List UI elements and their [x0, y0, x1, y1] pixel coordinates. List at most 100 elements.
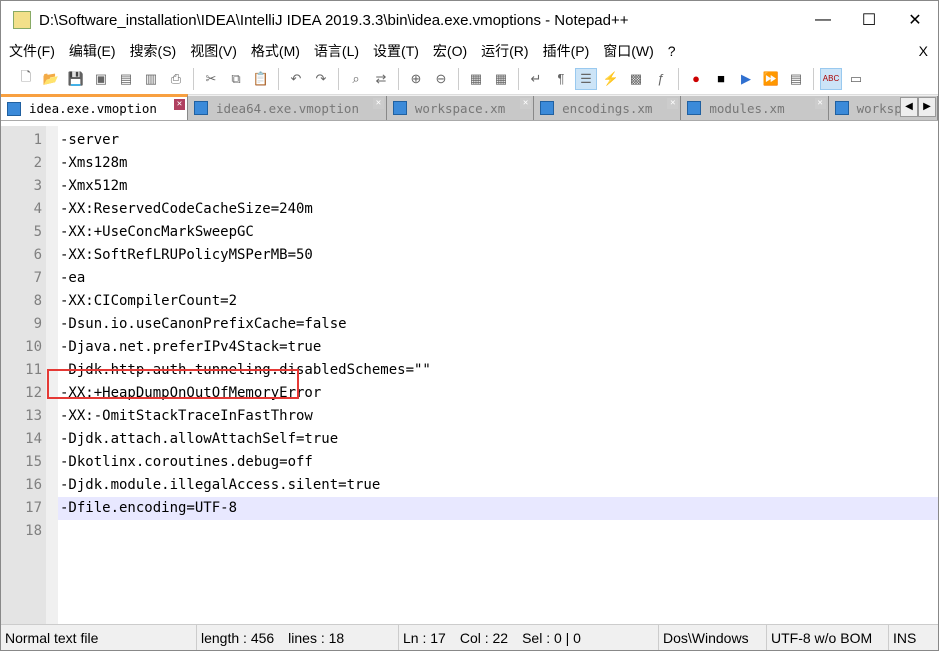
line-number: 16	[25, 477, 42, 493]
code-line[interactable]: -server	[58, 129, 938, 152]
line-number: 17	[25, 500, 42, 516]
tab-0[interactable]: idea.exe.vmoption ✕	[1, 94, 188, 120]
tab-label: workspace.xm	[414, 100, 506, 116]
window-title: D:\Software_installation\IDEA\IntelliJ I…	[39, 11, 629, 29]
tab-4[interactable]: modules.xm ✕	[681, 96, 829, 120]
close-button[interactable]: ✕	[892, 10, 938, 30]
code-line[interactable]: -XX:SoftRefLRUPolicyMSPerMB=50	[58, 244, 938, 267]
doc-map-icon[interactable]: ▩	[625, 68, 647, 90]
line-number: 3	[33, 178, 42, 194]
line-number: 6	[33, 247, 42, 263]
tab-2[interactable]: workspace.xm ✕	[386, 96, 535, 120]
close-document-button[interactable]: X	[919, 43, 928, 59]
menu-item[interactable]: 运行(R)	[481, 41, 528, 61]
code-line[interactable]: -Dsun.io.useCanonPrefixCache=false	[58, 313, 938, 336]
zoom-in-icon[interactable]: ⊕	[405, 68, 427, 90]
tab-scroll-right-button[interactable]: ▶	[918, 97, 936, 117]
replace-icon[interactable]: ⇄	[370, 68, 392, 90]
tab-close-icon[interactable]: ✕	[520, 98, 532, 109]
menu-item[interactable]: 搜索(S)	[130, 41, 177, 61]
menu-item[interactable]: 格式(M)	[251, 41, 300, 61]
redo-icon[interactable]: ↷	[310, 68, 332, 90]
line-number: 14	[25, 431, 42, 447]
code-line[interactable]: -Djdk.attach.allowAttachSelf=true	[58, 428, 938, 451]
save-macro-icon[interactable]: ▤	[785, 68, 807, 90]
tab-close-icon[interactable]: ✕	[667, 98, 679, 109]
code-line[interactable]: -ea	[58, 267, 938, 290]
code-line[interactable]: -XX:ReservedCodeCacheSize=240m	[58, 198, 938, 221]
sync-vertical-icon[interactable]: ▦	[465, 68, 487, 90]
close-all-icon[interactable]: ▥	[140, 68, 162, 90]
monitor-icon[interactable]: ▭	[845, 68, 867, 90]
menu-item[interactable]: 视图(V)	[190, 41, 237, 61]
menu-item[interactable]: 插件(P)	[543, 41, 590, 61]
undo-icon[interactable]: ↶	[285, 68, 307, 90]
line-number: 8	[33, 293, 42, 309]
toolbar-separator	[813, 67, 814, 90]
tab-close-icon[interactable]: ✕	[173, 99, 185, 110]
save-disk-icon	[540, 101, 555, 115]
line-number-gutter: 1 2 3 4 5 6 7 8 9 10 11 12 13 14 15 16 17 18	[1, 126, 46, 624]
code-line[interactable]: -Djava.net.preferIPv4Stack=true	[58, 336, 938, 359]
code-line[interactable]: -XX:CICompilerCount=2	[58, 290, 938, 313]
new-file-icon[interactable]: 🗋	[15, 68, 37, 90]
code-line[interactable]	[58, 520, 938, 543]
zoom-out-icon[interactable]: ⊖	[430, 68, 452, 90]
status-bar: Normal text file length : 456 lines : 18 …	[1, 624, 938, 650]
save-disk-icon	[7, 101, 21, 116]
cut-icon[interactable]: ✂	[200, 68, 222, 90]
code-line[interactable]: -XX:+UseConcMarkSweepGC	[58, 221, 938, 244]
save-icon[interactable]: 💾	[65, 68, 87, 90]
open-file-icon[interactable]: 📂	[40, 68, 62, 90]
paste-icon[interactable]: 📋	[250, 68, 272, 90]
spell-check-icon[interactable]: ABC	[820, 67, 842, 90]
word-wrap-icon[interactable]: ↵	[525, 68, 547, 90]
close-icon[interactable]: ▤	[115, 68, 137, 90]
code-line[interactable]: -Djdk.module.illegalAccess.silent=true	[58, 474, 938, 497]
status-lines: lines : 18	[288, 629, 345, 646]
menu-item[interactable]: 语言(L)	[314, 41, 359, 61]
code-line[interactable]: -Dfile.encoding=UTF-8	[58, 497, 938, 520]
menu-item[interactable]: 编辑(E)	[69, 41, 116, 61]
menu-item[interactable]: 窗口(W)	[603, 41, 654, 61]
save-disk-icon	[193, 101, 208, 115]
menu-item[interactable]: 设置(T)	[373, 41, 419, 61]
status-file-type: Normal text file	[1, 625, 197, 650]
notepad-app-icon	[13, 11, 31, 29]
status-cursor: Ln : 17 Col : 22 Sel : 0 | 0	[399, 625, 659, 650]
code-line[interactable]: -Dkotlinx.coroutines.debug=off	[58, 451, 938, 474]
tab-label: encodings.xm	[562, 100, 653, 116]
function-list-icon[interactable]: ƒ	[650, 68, 672, 90]
tab-3[interactable]: encodings.xm ✕	[534, 96, 682, 120]
title-bar: D:\Software_installation\IDEA\IntelliJ I…	[1, 1, 938, 39]
maximize-button[interactable]: ☐	[846, 10, 892, 30]
menu-item[interactable]: ?	[668, 43, 676, 59]
minimize-button[interactable]: —	[800, 11, 846, 29]
line-number: 9	[33, 316, 42, 332]
udl-icon[interactable]: ⚡	[600, 68, 622, 90]
code-line[interactable]: -Xmx512m	[58, 175, 938, 198]
print-icon[interactable]: ⎙	[165, 68, 187, 90]
code-line[interactable]: -Xms128m	[58, 152, 938, 175]
status-length: length : 456	[201, 629, 275, 646]
run-macro-multiple-icon[interactable]: ⏩	[760, 68, 782, 90]
record-macro-icon[interactable]: ●	[685, 68, 707, 90]
indent-guide-icon[interactable]: ☰	[575, 67, 597, 90]
tab-scroll-left-button[interactable]: ◀	[900, 97, 918, 117]
sync-horizontal-icon[interactable]: ▦	[490, 68, 512, 90]
play-macro-icon[interactable]: ▶	[735, 68, 757, 90]
show-all-chars-icon[interactable]: ¶	[550, 68, 572, 90]
status-col: Col : 22	[459, 629, 509, 646]
line-number: 15	[25, 454, 42, 470]
tab-close-icon[interactable]: ✕	[814, 98, 826, 109]
menu-item[interactable]: 宏(O)	[433, 41, 467, 61]
stop-record-icon[interactable]: ■	[710, 68, 732, 90]
tab-1[interactable]: idea64.exe.vmoption ✕	[187, 96, 387, 120]
save-disk-icon	[392, 101, 407, 115]
tab-close-icon[interactable]: ✕	[372, 98, 384, 109]
copy-icon[interactable]: ⧉	[225, 68, 247, 90]
menu-item[interactable]: 文件(F)	[9, 41, 55, 61]
find-icon[interactable]: ⌕	[345, 68, 367, 90]
code-line[interactable]: -XX:-OmitStackTraceInFastThrow	[58, 405, 938, 428]
save-all-icon[interactable]: ▣	[90, 68, 112, 90]
